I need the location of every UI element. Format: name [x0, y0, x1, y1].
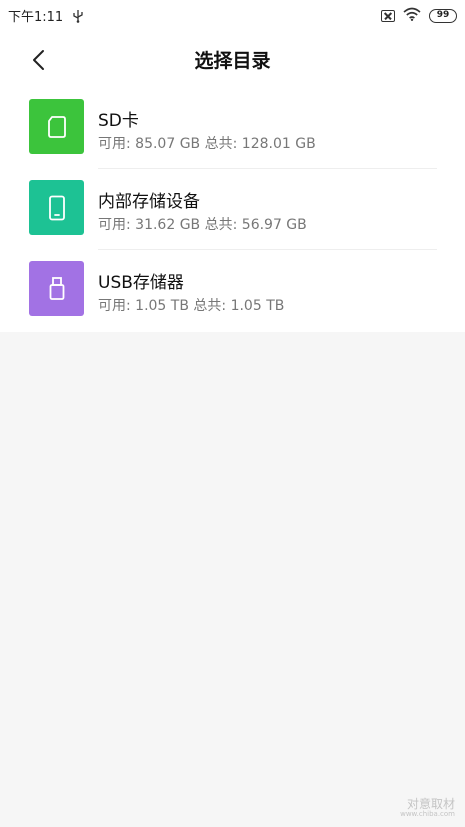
- usb-drive-icon-box: [29, 261, 84, 316]
- page-title: 选择目录: [194, 50, 271, 72]
- storage-list: SD卡 可用: 85.07 GB 总共: 128.01 GB 内部存储设备 可用…: [0, 88, 465, 332]
- usb-drive-icon: [49, 276, 64, 300]
- usb-icon: [73, 9, 83, 23]
- header: 选择目录: [0, 32, 465, 88]
- status-left: 下午1:11: [8, 6, 83, 25]
- storage-item-title: USB存储器: [98, 273, 184, 293]
- no-sim-icon: [381, 9, 395, 22]
- watermark: 对意取材 www.chiba.com: [400, 797, 455, 819]
- storage-item-capacity: 可用: 1.05 TB 总共: 1.05 TB: [98, 298, 285, 314]
- storage-item-capacity: 可用: 85.07 GB 总共: 128.01 GB: [98, 136, 316, 152]
- storage-item-sd-card[interactable]: SD卡 可用: 85.07 GB 总共: 128.01 GB: [0, 88, 465, 169]
- status-right: 99: [381, 6, 457, 25]
- status-bar: 下午1:11 99: [0, 0, 465, 32]
- phone-icon: [48, 195, 65, 220]
- status-time: 下午1:11: [8, 10, 64, 25]
- sd-card-icon: [47, 115, 66, 138]
- watermark-url: www.chiba.com: [400, 810, 455, 819]
- phone-icon-box: [29, 180, 84, 235]
- storage-item-title: 内部存储设备: [98, 192, 200, 212]
- sd-card-icon-box: [29, 99, 84, 154]
- battery-icon: 99: [429, 8, 457, 23]
- storage-item-title: SD卡: [98, 111, 139, 131]
- battery-level: 99: [436, 10, 450, 20]
- wifi-icon: [403, 6, 421, 25]
- storage-item-capacity: 可用: 31.62 GB 总共: 56.97 GB: [98, 217, 307, 233]
- storage-item-usb[interactable]: USB存储器 可用: 1.05 TB 总共: 1.05 TB: [0, 250, 465, 331]
- storage-item-internal[interactable]: 内部存储设备 可用: 31.62 GB 总共: 56.97 GB: [0, 169, 465, 250]
